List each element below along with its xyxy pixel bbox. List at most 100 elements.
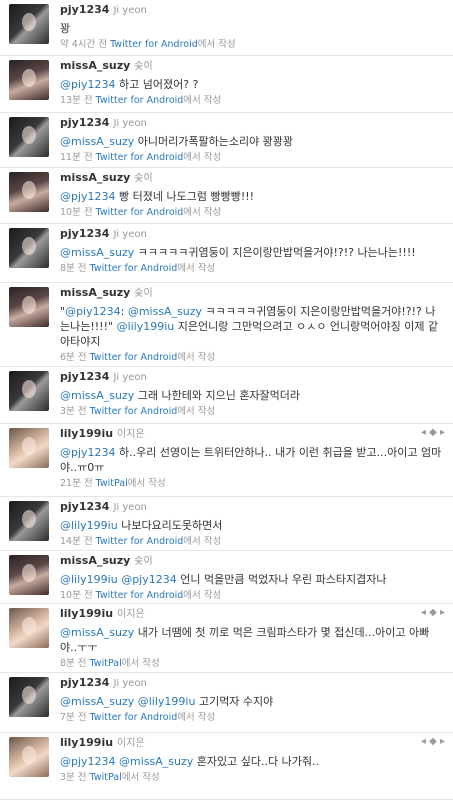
tweet-source-link[interactable]: Twitter for Android (90, 712, 178, 723)
tweet-timestamp[interactable]: 10분 전 (60, 207, 93, 218)
username-link[interactable]: pjy1234 (60, 676, 109, 689)
mention-link[interactable]: @lily199iu (117, 320, 175, 333)
tweet-header: pjy1234 Ji yeon (60, 3, 443, 18)
avatar[interactable] (9, 555, 49, 595)
avatar[interactable] (9, 228, 49, 268)
mention-link[interactable]: @pjy1234 (60, 446, 116, 459)
tweet-content: missA_suzy 숮이 "@piy1234: @missA_suzy ㅋㅋㅋㅋㅋ… (60, 286, 443, 364)
tweet-text: 꽝 (60, 21, 443, 36)
mention-link[interactable]: @missA_suzy (60, 246, 134, 259)
avatar[interactable] (9, 117, 49, 157)
mention-link[interactable]: @missA_suzy (119, 755, 193, 768)
username-link[interactable]: pjy1234 (60, 500, 109, 513)
username-link[interactable]: lily199iu (60, 607, 113, 620)
display-name: 숮이 (134, 61, 153, 72)
tweet-timestamp[interactable]: 14분 전 (60, 536, 93, 547)
tweet-source-link[interactable]: Twitter for Android (96, 95, 184, 106)
mention-link[interactable]: @lily199iu (60, 519, 118, 532)
username-link[interactable]: pjy1234 (60, 3, 109, 16)
tweet-timestamp[interactable]: 3분 전 (60, 772, 87, 783)
tweet-timestamp[interactable]: 7분 전 (60, 712, 87, 723)
tweet-source-link[interactable]: Twitter for Android (90, 352, 178, 363)
username-link[interactable]: pjy1234 (60, 370, 109, 383)
username-link[interactable]: missA_suzy (60, 171, 130, 184)
tweet-actions-icons[interactable]: ◂ ◆ ▸ (421, 736, 445, 747)
tweet-header: lily199iu 이지은 (60, 607, 443, 622)
mention-link[interactable]: @missA_suzy (128, 305, 202, 318)
mention-link[interactable]: @piy1234 (65, 305, 121, 318)
tweet-source-link[interactable]: Twitter for Android (96, 536, 184, 547)
tweet-timestamp[interactable]: 11분 전 (60, 152, 93, 163)
mention-link[interactable]: @missA_suzy (60, 695, 134, 708)
tweet-source-suffix: 에서 작성 (183, 590, 222, 601)
username-link[interactable]: lily199iu (60, 427, 113, 440)
username-link[interactable]: pjy1234 (60, 227, 109, 240)
mention-link[interactable]: @lily199iu (60, 573, 118, 586)
username-link[interactable]: missA_suzy (60, 286, 130, 299)
tweet-item: pjy1234 Ji yeon @missA_suzy 그래 나한테와 지으닌 혼자… (0, 367, 453, 424)
tweet-source-link[interactable]: Twitter for Android (96, 590, 184, 601)
mention-link[interactable]: @lily199iu (138, 695, 196, 708)
avatar-face (22, 437, 36, 455)
username-link[interactable]: lily199iu (60, 736, 113, 749)
tweet-text: @missA_suzy 아니머리가폭팔하는소리야 꽝꽝꽝 (60, 134, 443, 149)
tweet-timestamp[interactable]: 약 4시간 전 (60, 39, 107, 50)
tweet-timestamp[interactable]: 21분 전 (60, 478, 93, 489)
avatar[interactable] (9, 172, 49, 212)
tweet-source-link[interactable]: Twitter for Android (96, 152, 184, 163)
mention-link[interactable]: @pjy1234 (60, 755, 116, 768)
tweet-source-link[interactable]: Twitter for Android (110, 39, 198, 50)
mention-link[interactable]: @pjy1234 (60, 190, 116, 203)
mention-link[interactable]: @pjy1234 (121, 573, 177, 586)
tweet-actions-icons[interactable]: ◂ ◆ ▸ (421, 607, 445, 618)
tweet-timestamp[interactable]: 8분 전 (60, 263, 87, 274)
display-name: 이지은 (117, 738, 145, 749)
avatar[interactable] (9, 737, 49, 777)
username-link[interactable]: missA_suzy (60, 59, 130, 72)
tweet-timestamp[interactable]: 3분 전 (60, 406, 87, 417)
mention-link[interactable]: @piy1234 (60, 78, 116, 91)
avatar[interactable] (9, 677, 49, 717)
tweet-content: missA_suzy 숮이 @piy1234 하고 넘어졌어? ? 13분 전 Twi… (60, 59, 443, 107)
mention-link[interactable]: @missA_suzy (60, 135, 134, 148)
tweet-header: missA_suzy 숮이 (60, 554, 443, 569)
avatar[interactable] (9, 287, 49, 327)
tweet-content: missA_suzy 숮이 @pjy1234 빵 터졌네 나도그럼 빵빵빵!!! 10… (60, 171, 443, 219)
tweet-source-link[interactable]: TwitPal (90, 658, 122, 669)
tweet-meta: 3분 전 TwitPal에서 작성 (60, 771, 443, 784)
tweet-timestamp[interactable]: 8분 전 (60, 658, 87, 669)
tweet-text-segment: 아니머리가폭팔하는소리야 꽝꽝꽝 (134, 135, 294, 148)
avatar[interactable] (9, 371, 49, 411)
tweet-item: missA_suzy 숮이 "@piy1234: @missA_suzy ㅋㅋㅋㅋㅋ… (0, 283, 453, 367)
avatar[interactable] (9, 501, 49, 541)
tweet-source-link[interactable]: Twitter for Android (96, 207, 184, 218)
avatar[interactable] (9, 608, 49, 648)
username-link[interactable]: missA_suzy (60, 554, 130, 567)
tweet-content: pjy1234 Ji yeon @missA_suzy 아니머리가폭팔하는소리야 꽝… (60, 116, 443, 164)
tweet-meta: 7분 전 Twitter for Android에서 작성 (60, 711, 443, 724)
tweet-text: @piy1234 하고 넘어졌어? ? (60, 77, 443, 92)
tweet-actions-icons[interactable]: ◂ ◆ ▸ (421, 427, 445, 438)
avatar[interactable] (9, 4, 49, 44)
mention-link[interactable]: @missA_suzy (60, 389, 134, 402)
tweet-meta: 8분 전 TwitPal에서 작성 (60, 657, 443, 670)
tweet-source-suffix: 에서 작성 (183, 536, 222, 547)
tweet-timestamp[interactable]: 10분 전 (60, 590, 93, 601)
tweet-source-link[interactable]: Twitter for Android (90, 263, 178, 274)
tweet-text-segment: 혼자있고 싶다..다 나가줘.. (193, 755, 319, 768)
tweet-source-suffix: 에서 작성 (127, 478, 166, 489)
tweet-source-link[interactable]: Twitter for Android (90, 406, 178, 417)
tweet-source-link[interactable]: TwitPal (90, 772, 122, 783)
tweet-content: missA_suzy 숮이 @lily199iu @pjy1234 언니 먹을만큼 … (60, 554, 443, 602)
mention-link[interactable]: @missA_suzy (60, 626, 134, 639)
tweet-source-link[interactable]: TwitPal (96, 478, 128, 489)
tweet-timestamp[interactable]: 13분 전 (60, 95, 93, 106)
avatar[interactable] (9, 428, 49, 468)
tweet-timestamp[interactable]: 6분 전 (60, 352, 87, 363)
tweet-item: lily199iu 이지은 @missA_suzy 내가 너땜에 첫 끼로 먹은 크… (0, 604, 453, 673)
username-link[interactable]: pjy1234 (60, 116, 109, 129)
tweet-text: @pjy1234 빵 터졌네 나도그럼 빵빵빵!!! (60, 189, 443, 204)
tweet-text-segment: 언니 먹을만큼 먹었자나 우린 파스타지겹자나 (176, 573, 387, 586)
tweet-header: pjy1234 Ji yeon (60, 227, 443, 242)
avatar[interactable] (9, 60, 49, 100)
